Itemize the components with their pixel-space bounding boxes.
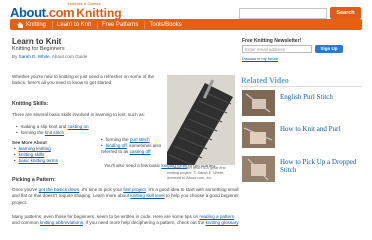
video-thumbnail[interactable] [242,156,275,182]
casting-on-link[interactable]: casting on [68,124,89,129]
casting-off-link[interactable]: casting off [130,149,151,154]
pattern-paragraph-1: Once you've got the basics down, it's ti… [12,187,239,205]
nav-item-tools-books[interactable]: Tools/Books [145,21,187,29]
skill-level-link[interactable]: knitting skill level [130,193,164,198]
page-subtitle: Knitting for Beginners [12,46,65,52]
nav-item-free-patterns[interactable]: Free Patterns [98,20,146,29]
forum-link[interactable]: Discuss in my forum [242,56,278,61]
purl-stitch-link[interactable]: purl stitch [130,137,150,142]
pattern-paragraph-2: Many patterns, even those for beginners,… [12,214,240,226]
basics-link[interactable]: got the basics down [39,187,80,192]
binding-off-link[interactable]: binding off [106,143,127,148]
see-more-list: learning knitting knitting skills basic … [14,146,94,165]
skills-list-right: forming the purl stitch binding off, som… [101,137,165,156]
home-icon [17,21,24,28]
see-more-link[interactable]: learning knitting [19,146,51,151]
main-nav: Knitting Learn to Knit Free Patterns Too… [10,19,362,30]
abbreviations-link[interactable]: knitting abbreviations [40,220,83,225]
divider [241,86,362,87]
nav-item-knitting[interactable]: Knitting [13,20,54,29]
logo-section: Knitting [76,6,122,20]
logo-about: About.com [10,5,75,20]
list-item: binding off, sometimes also referred to … [101,143,165,155]
list-item: forming the knit stitch [16,130,100,136]
first-project-link[interactable]: first project [123,187,145,192]
photo-caption: A Garter Stitch Scarf is a great first k… [167,166,226,180]
email-field[interactable]: Enter email address [242,45,312,53]
video-link[interactable]: English Purl Stitch [280,93,360,101]
intro-text: Whether you're new to knitting or just n… [12,74,155,86]
glossary-link[interactable]: knitting glossary [206,220,239,225]
reading-pattern-link[interactable]: reading a pattern [199,214,234,219]
nav-item-learn-to-knit[interactable]: Learn to Knit [53,20,99,29]
video-link[interactable]: How to Knit and Purl [280,125,360,133]
skills-heading: Knitting Skills: [12,101,49,107]
skills-list-left: making a slip knot and casting on formin… [16,124,100,136]
site-logo[interactable]: About.com Knitting [10,4,122,20]
scarf-photo [167,75,235,165]
see-more-link[interactable]: basic knitting terms [19,158,58,163]
byline: By Sarah E. White, About.com Guide [12,54,88,59]
see-more-heading: See More About [12,140,47,145]
related-video-heading: Related Video [241,76,289,85]
search-input[interactable] [239,8,327,19]
video-thumbnail[interactable] [242,90,275,116]
see-more-link[interactable]: knitting skills [19,152,45,157]
page-title: Learn to Knit [12,37,62,46]
skills-intro: There are several basic skills involved … [12,112,146,117]
newsletter-title: Free Knitting Newsletter! [242,38,302,44]
author-link[interactable]: Sarah E. White [19,54,50,59]
video-thumbnail[interactable] [242,122,275,148]
sign-up-button[interactable]: Sign Up [315,45,343,53]
pattern-heading: Picking a Pattern: [12,177,56,183]
video-link[interactable]: How to Pick Up a Dropped Stitch [280,158,360,174]
list-item: basic knitting terms [14,158,94,164]
search-button[interactable]: Search [330,7,361,19]
knit-stitch-link[interactable]: knit stitch [45,130,64,135]
